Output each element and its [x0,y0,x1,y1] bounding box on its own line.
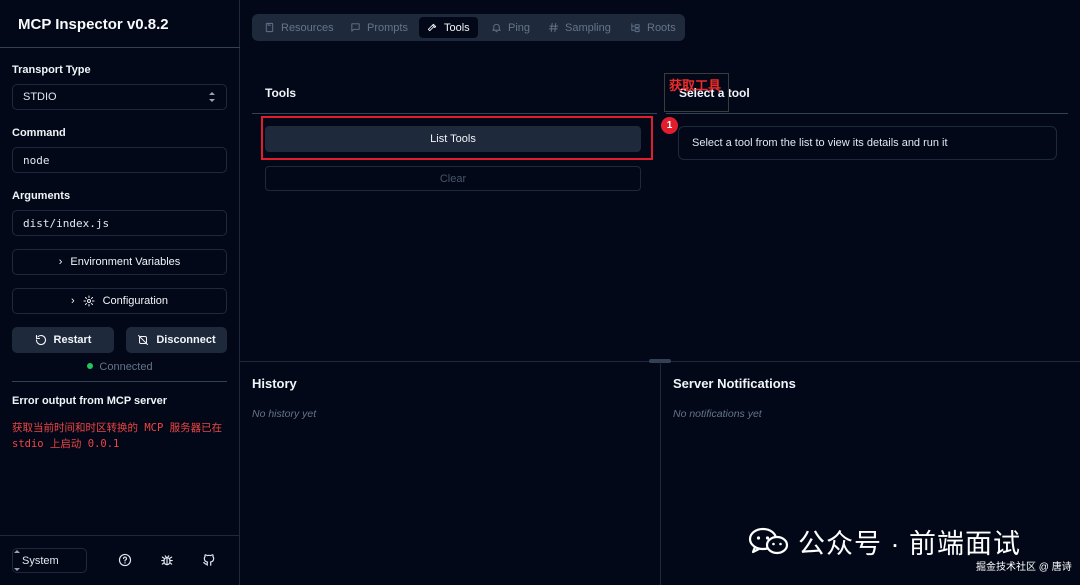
tab-label: Prompts [367,21,408,34]
clear-button[interactable]: Clear [265,166,641,191]
status-dot-icon [87,363,94,370]
tab-label: Sampling [565,21,611,34]
arguments-label: Arguments [12,190,71,202]
tab-ping[interactable]: Ping [483,17,538,38]
arguments-input[interactable]: dist/index.js [12,210,227,236]
watermark: 公众号 · 前端面试 [748,522,1021,561]
restart-label: Restart [53,334,92,346]
gear-icon [83,295,95,307]
arguments-value: dist/index.js [23,216,110,230]
tab-tools[interactable]: Tools [419,17,478,38]
disconnect-button[interactable]: Disconnect [126,327,227,353]
divider [0,535,240,536]
environment-variables-label: Environment Variables [70,256,181,268]
message-icon [351,23,360,32]
tab-label: Ping [508,21,531,34]
tab-label: Resources [281,21,334,34]
configuration-button[interactable]: › Configuration [12,288,227,314]
divider [660,362,661,585]
connection-status-text: Connected [99,361,153,373]
divider [252,113,657,114]
sidebar: MCP Inspector v0.8.2 Transport Type STDI… [0,0,240,585]
history-title: History [252,376,297,391]
folder-tree-icon [631,23,640,33]
tab-roots[interactable]: Roots [622,17,684,38]
file-icon [265,22,274,33]
tab-sampling[interactable]: Sampling [540,17,619,38]
tab-label: Tools [444,21,470,34]
tab-prompts[interactable]: Prompts [342,17,416,38]
annotation-step-badge: 1 [661,117,678,134]
tab-bar: Resources Prompts Tools Ping Sampling Ro… [252,14,685,41]
theme-select[interactable]: System [12,548,87,573]
hash-icon [548,22,559,33]
command-label: Command [12,127,66,139]
restart-button[interactable]: Restart [12,327,114,353]
tool-detail-placeholder: Select a tool from the list to view its … [678,126,1057,160]
divider [0,47,240,48]
watermark-text: 公众号 · 前端面试 [798,529,1021,559]
unplug-icon [138,335,149,345]
github-icon[interactable] [202,553,216,567]
connection-status: Connected [0,361,240,373]
notifications-empty-text: No notifications yet [673,408,762,420]
notifications-title: Server Notifications [673,376,796,391]
app-title: MCP Inspector v0.8.2 [18,16,169,33]
theme-value: System [22,554,59,567]
error-output-title: Error output from MCP server [12,395,168,407]
annotation-label: 获取工具 [669,78,722,93]
bell-icon [492,23,501,33]
tab-resources[interactable]: Resources [256,17,342,38]
command-input[interactable]: node [12,147,227,173]
hammer-icon [427,23,437,32]
annotation-highlight-box [261,116,653,160]
command-value: node [23,153,50,167]
divider [666,113,1068,114]
transport-type-label: Transport Type [12,64,91,76]
wechat-icon [748,527,789,554]
tab-label: Roots [647,21,676,34]
error-output-text: 获取当前时间和时区转换的 MCP 服务器已在 stdio 上启动 0.0.1 [12,422,223,450]
environment-variables-button[interactable]: › Environment Variables [12,249,227,275]
tool-detail-placeholder-text: Select a tool from the list to view its … [692,137,948,149]
rotate-ccw-icon [35,334,46,346]
transport-type-value: STDIO [23,91,57,103]
disconnect-label: Disconnect [156,334,216,346]
tools-panel-title: Tools [265,86,297,100]
configuration-label: Configuration [102,295,169,307]
watermark-credit: 掘金技术社区 @ 唐诗 [976,562,1072,573]
chevron-right-icon: › [70,295,75,307]
bug-icon[interactable] [160,553,174,567]
divider [12,381,227,382]
help-circle-icon[interactable] [118,553,132,567]
transport-type-select[interactable]: STDIO [12,84,227,110]
history-empty-text: No history yet [252,408,317,420]
chevron-up-down-icon [208,91,216,103]
chevron-right-icon: › [58,256,63,268]
